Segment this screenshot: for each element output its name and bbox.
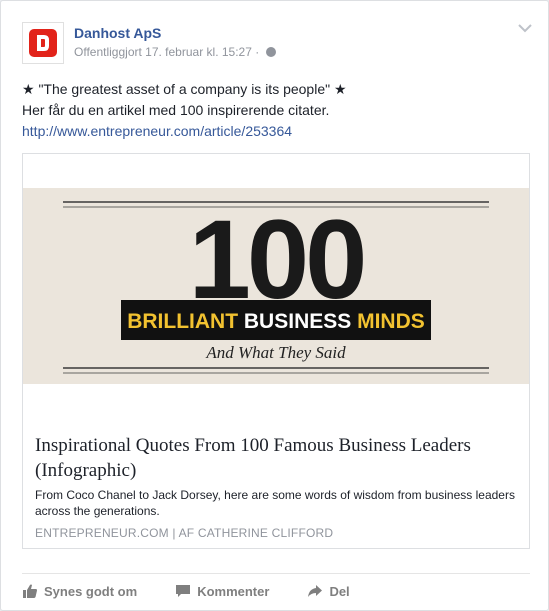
share-label: Del bbox=[329, 583, 350, 599]
post-text-line: ★ "The greatest asset of a company is it… bbox=[22, 81, 347, 97]
post-actions: Synes godt om Kommenter Del bbox=[22, 581, 388, 601]
image-banner-text: BRILLIANT BUSINESS MINDS bbox=[127, 310, 425, 333]
page-avatar[interactable] bbox=[22, 22, 64, 64]
chevron-down-icon[interactable] bbox=[518, 23, 532, 33]
link-preview-source: ENTREPRENEUR.COM | AF CATHERINE CLIFFORD bbox=[35, 526, 334, 540]
danhost-logo bbox=[29, 29, 57, 57]
share-button[interactable]: Del bbox=[307, 581, 350, 601]
globe-icon bbox=[266, 47, 277, 57]
share-icon bbox=[308, 585, 323, 597]
link-preview-description: From Coco Chanel to Jack Dorsey, here ar… bbox=[35, 488, 515, 518]
post-text-line: Her får du en artikel med 100 inspireren… bbox=[22, 102, 330, 118]
link-preview-title[interactable]: Inspirational Quotes From 100 Famous Bus… bbox=[35, 433, 505, 483]
link-preview[interactable]: 100 BRILLIANT BUSINESS MINDS And What Th… bbox=[22, 153, 530, 549]
danhost-d-icon bbox=[37, 35, 49, 51]
post-link[interactable]: http://www.entrepreneur.com/article/2533… bbox=[22, 123, 292, 139]
comment-label: Kommenter bbox=[197, 583, 270, 599]
comment-icon bbox=[176, 585, 191, 597]
like-label: Synes godt om bbox=[44, 583, 138, 599]
comment-button[interactable]: Kommenter bbox=[175, 581, 269, 601]
post-meta: Offentliggjort 17. februar kl. 15:27 · bbox=[74, 45, 277, 59]
page-name[interactable]: Danhost ApS bbox=[74, 25, 161, 41]
thumbs-up-icon bbox=[23, 584, 37, 598]
link-preview-image[interactable]: 100 BRILLIANT BUSINESS MINDS And What Th… bbox=[23, 188, 529, 384]
post-text: ★ "The greatest asset of a company is it… bbox=[22, 79, 532, 142]
image-subtitle: And What They Said bbox=[205, 343, 346, 362]
post-timestamp[interactable]: Offentliggjort 17. februar kl. 15:27 · bbox=[74, 45, 259, 59]
like-button[interactable]: Synes godt om bbox=[22, 581, 137, 601]
post-card: Danhost ApS Offentliggjort 17. februar k… bbox=[0, 0, 549, 611]
divider bbox=[22, 573, 530, 574]
